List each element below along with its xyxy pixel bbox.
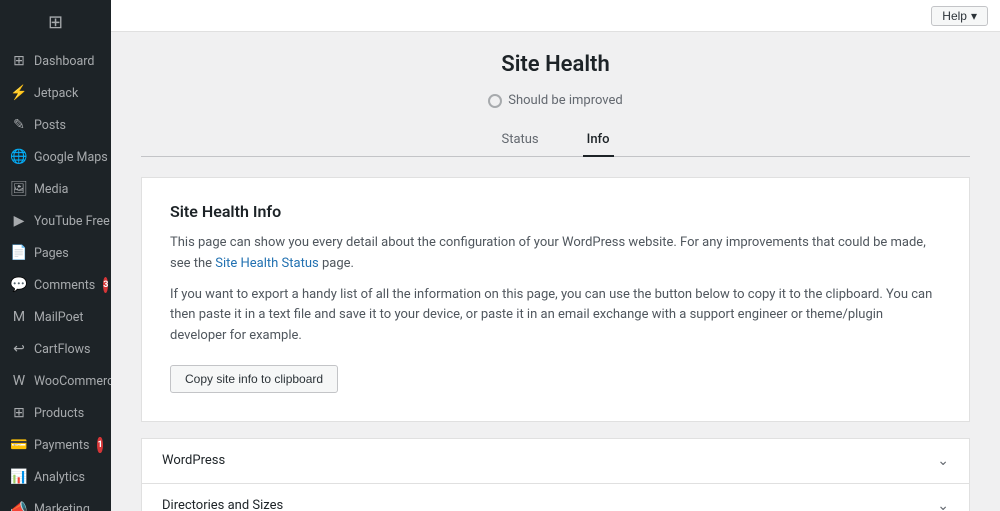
- status-label: Should be improved: [508, 93, 623, 108]
- sidebar-item-youtube-free[interactable]: ▶ YouTube Free: [0, 205, 111, 237]
- sidebar-item-mailpoet[interactable]: M MailPoet: [0, 301, 111, 333]
- sidebar-label-products: Products: [34, 406, 84, 421]
- accordion-item-wordpress[interactable]: WordPress ⌄: [141, 438, 970, 484]
- media-icon: 🖼: [10, 180, 28, 198]
- tab-info[interactable]: Info: [583, 124, 614, 157]
- accordion-item-directories[interactable]: Directories and Sizes ⌄: [141, 483, 970, 511]
- sidebar-label-comments: Comments: [34, 278, 95, 293]
- sidebar: ⊞ ⊞ Dashboard ⚡ Jetpack ✎ Posts 🌐 Google…: [0, 0, 111, 511]
- sidebar-item-comments[interactable]: 💬 Comments 3: [0, 269, 111, 301]
- main-area: Help ▾ Site Health Should be improved St…: [111, 0, 1000, 511]
- sidebar-item-marketing[interactable]: 📣 Marketing: [0, 493, 111, 511]
- info-section: Site Health Info This page can show you …: [141, 177, 970, 422]
- products-icon: ⊞: [10, 404, 28, 422]
- marketing-icon: 📣: [10, 500, 28, 511]
- pages-icon: 📄: [10, 244, 28, 262]
- sidebar-item-pages[interactable]: 📄 Pages: [0, 237, 111, 269]
- jetpack-icon: ⚡: [10, 84, 28, 102]
- sidebar-item-jetpack[interactable]: ⚡ Jetpack: [0, 77, 111, 109]
- info-desc-2: If you want to export a handy list of al…: [170, 285, 941, 347]
- chevron-down-icon: ⌄: [937, 453, 949, 469]
- chevron-down-icon: ⌄: [937, 498, 949, 511]
- sidebar-label-posts: Posts: [34, 118, 66, 133]
- analytics-icon: 📊: [10, 468, 28, 486]
- content-area: Site Health Should be improved Status In…: [111, 32, 1000, 511]
- accordion-list: WordPress ⌄ Directories and Sizes ⌄ Drop…: [141, 438, 970, 511]
- sidebar-item-analytics[interactable]: 📊 Analytics: [0, 461, 111, 493]
- youtube-free-icon: ▶: [10, 212, 28, 230]
- topbar: Help ▾: [111, 0, 1000, 32]
- sidebar-label-youtube-free: YouTube Free: [34, 214, 110, 229]
- status-circle-icon: [488, 94, 502, 108]
- help-label: Help: [942, 9, 967, 23]
- sidebar-label-jetpack: Jetpack: [34, 86, 78, 101]
- help-button[interactable]: Help ▾: [931, 6, 988, 26]
- sidebar-label-woocommerce: WooCommerce: [34, 374, 111, 389]
- dashboard-icon: ⊞: [10, 52, 28, 70]
- accordion-label-wordpress: WordPress: [162, 453, 225, 468]
- sidebar-label-analytics: Analytics: [34, 470, 85, 485]
- sidebar-item-dashboard[interactable]: ⊞ Dashboard: [0, 45, 111, 77]
- sidebar-label-google-maps: Google Maps: [34, 150, 108, 165]
- info-desc-1: This page can show you every detail abou…: [170, 233, 941, 275]
- sidebar-item-posts[interactable]: ✎ Posts: [0, 109, 111, 141]
- copy-info-button[interactable]: Copy site info to clipboard: [170, 365, 338, 393]
- sidebar-item-payments[interactable]: 💳 Payments 1: [0, 429, 111, 461]
- comments-icon: 💬: [10, 276, 28, 294]
- wp-logo: ⊞: [0, 0, 111, 45]
- woocommerce-icon: W: [10, 372, 28, 390]
- tabs-nav: Status Info: [141, 124, 970, 157]
- cartflows-icon: ↩: [10, 340, 28, 358]
- sidebar-label-payments: Payments: [34, 438, 89, 453]
- sidebar-label-cartflows: CartFlows: [34, 342, 91, 357]
- badge-comments: 3: [103, 277, 108, 293]
- google-maps-icon: 🌐: [10, 148, 28, 166]
- sidebar-label-mailpoet: MailPoet: [34, 310, 83, 325]
- accordion-label-directories: Directories and Sizes: [162, 498, 283, 511]
- sidebar-item-products[interactable]: ⊞ Products: [0, 397, 111, 429]
- status-indicator: Should be improved: [141, 93, 970, 108]
- sidebar-item-google-maps[interactable]: 🌐 Google Maps: [0, 141, 111, 173]
- sidebar-label-media: Media: [34, 182, 68, 197]
- site-health-status-link[interactable]: Site Health Status: [215, 256, 318, 271]
- sidebar-label-marketing: Marketing: [34, 502, 90, 511]
- posts-icon: ✎: [10, 116, 28, 134]
- badge-payments: 1: [97, 437, 102, 453]
- mailpoet-icon: M: [10, 308, 28, 326]
- sidebar-item-media[interactable]: 🖼 Media: [0, 173, 111, 205]
- sidebar-item-woocommerce[interactable]: W WooCommerce: [0, 365, 111, 397]
- payments-icon: 💳: [10, 436, 28, 454]
- info-section-title: Site Health Info: [170, 202, 941, 221]
- sidebar-label-pages: Pages: [34, 246, 69, 261]
- sidebar-label-dashboard: Dashboard: [34, 54, 94, 69]
- tab-status[interactable]: Status: [497, 124, 542, 157]
- page-title: Site Health: [141, 52, 970, 77]
- sidebar-item-cartflows[interactable]: ↩ CartFlows: [0, 333, 111, 365]
- help-chevron-icon: ▾: [971, 9, 977, 23]
